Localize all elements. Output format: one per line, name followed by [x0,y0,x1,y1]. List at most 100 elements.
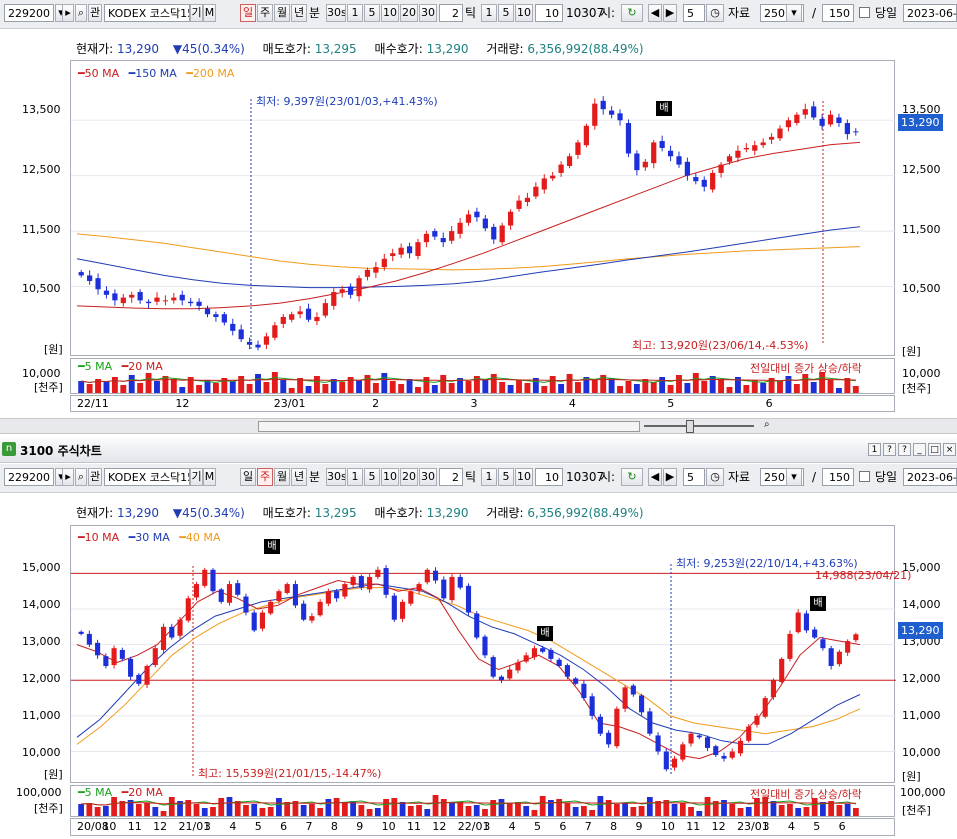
price-plot-1[interactable] [70,60,896,356]
x-tick-label: 12 [711,820,726,833]
zoom-icon[interactable]: ⌕ [764,419,770,430]
period-year-button-2[interactable]: 년 [291,468,307,486]
candle-body [474,211,480,218]
option-button-2[interactable]: 관 [88,468,102,486]
interval-5-button[interactable]: 5 [364,4,380,22]
volume-bar [416,805,422,816]
m-button-2[interactable]: M [203,468,216,486]
clock-icon[interactable]: ◷ [706,4,724,22]
volume-bar [688,807,694,816]
search-icon[interactable]: ⌕ [75,468,87,486]
candle-body [647,711,653,734]
candle-body [317,601,323,616]
refresh-icon[interactable]: ↻ [621,4,643,22]
volume-bar [704,797,711,816]
volume-bar [251,804,258,816]
period-month-button-2[interactable]: 월 [274,468,290,486]
candle-body [465,214,472,223]
count-input-2[interactable]: 5 [683,468,705,486]
scrollbar-thumb[interactable] [258,421,640,432]
maximize-icon[interactable]: □ [928,443,941,456]
volume-bar [638,806,645,816]
volume-bar [78,381,85,393]
help-icon[interactable]: ? [898,443,911,456]
interval-30s-button-2[interactable]: 30s [326,468,346,486]
period-month-button[interactable]: 월 [274,4,290,22]
today-checkbox[interactable] [859,7,870,18]
option-button[interactable]: 관 [88,4,102,22]
chevron-down-icon[interactable]: ▾ [786,4,802,22]
candle-body [713,746,719,756]
interval-1-button[interactable]: 1 [347,4,363,22]
ask-value: 13,295 [314,42,357,56]
max-input-2[interactable]: 150 [822,468,854,486]
horizontal-scrollbar[interactable]: ⌕ [0,418,957,434]
tick-input[interactable]: 2 [439,4,463,22]
chevron-down-icon[interactable]: ▾ [786,468,802,486]
close-icon[interactable]: × [943,443,956,456]
date-input[interactable]: 2023-06- [903,4,957,22]
interval-30s-button[interactable]: 30s [326,4,346,22]
volume-bar [852,808,859,816]
search-icon[interactable]: ⌕ [75,4,87,22]
interval-20-button[interactable]: 20 [400,4,418,22]
x-tick-label: 7 [305,820,313,833]
tick-10-button-2[interactable]: 10 [515,468,533,486]
tick-10-button[interactable]: 10 [515,4,533,22]
interval-30-button[interactable]: 30 [419,4,437,22]
interval-1-button-2[interactable]: 1 [347,468,363,486]
interval-10-button[interactable]: 10 [381,4,399,22]
candle-body [356,278,362,297]
number-icon[interactable]: 1 [868,443,881,456]
minute-label: 분 [309,6,321,20]
qi-button[interactable]: 기 [190,4,203,22]
max-input[interactable]: 150 [822,4,854,22]
next-icon[interactable]: ▶ [663,468,677,486]
interval-10-button-2[interactable]: 10 [381,468,399,486]
period-day-button[interactable]: 일 [240,4,256,22]
candle-body [350,576,356,585]
tick-1-button-2[interactable]: 1 [481,468,497,486]
next-arrow-button-2[interactable]: ▸ [62,468,74,486]
qi-button-2[interactable]: 기 [190,468,203,486]
tick-1-button[interactable]: 1 [481,4,497,22]
stock-code-input[interactable]: 229200 [4,4,54,22]
tick-count-input-2[interactable]: 10 [535,468,563,486]
clock-icon[interactable]: ◷ [706,468,724,486]
date-input-2[interactable]: 2023-06- [903,468,957,486]
refresh-icon[interactable]: ↻ [621,468,643,486]
volume-bar [852,386,859,393]
today-checkbox-2[interactable] [859,471,870,482]
pin-icon[interactable]: ? [883,443,896,456]
candle-body [575,142,581,155]
period-week-button[interactable]: 주 [257,4,273,22]
count-input[interactable]: 5 [683,4,705,22]
stock-code-input-2[interactable]: 229200 [4,468,54,486]
minimize-icon[interactable]: _ [913,443,926,456]
toolbar-bottom: 229200 ▾ ▸ ⌕ 관 KODEX 코스닥150 기 M 일 주 월 년 … [0,464,957,493]
volume-bar [152,807,159,816]
candle-body [268,601,274,614]
zoom-slider-track[interactable] [644,425,754,427]
next-arrow-button[interactable]: ▸ [62,4,74,22]
tick-count-input[interactable]: 10 [535,4,563,22]
tick-5-button-2[interactable]: 5 [498,468,514,486]
next-icon[interactable]: ▶ [663,4,677,22]
candle-body [710,172,716,190]
m-button[interactable]: M [203,4,216,22]
interval-30-button-2[interactable]: 30 [419,468,437,486]
interval-20-button-2[interactable]: 20 [400,468,418,486]
zoom-slider-thumb[interactable] [686,420,694,433]
period-day-button-2[interactable]: 일 [240,468,256,486]
tick-input-2[interactable]: 2 [439,468,463,486]
period-week-button-2[interactable]: 주 [257,468,273,486]
volume-bar [196,385,203,393]
signal-badge: 배 [656,101,672,116]
period-year-button[interactable]: 년 [291,4,307,22]
prev-icon[interactable]: ◀ [648,4,662,22]
prev-icon[interactable]: ◀ [648,468,662,486]
tick-5-button[interactable]: 5 [498,4,514,22]
candle-body [550,175,556,179]
interval-5-button-2[interactable]: 5 [364,468,380,486]
volume-bar [457,802,464,816]
